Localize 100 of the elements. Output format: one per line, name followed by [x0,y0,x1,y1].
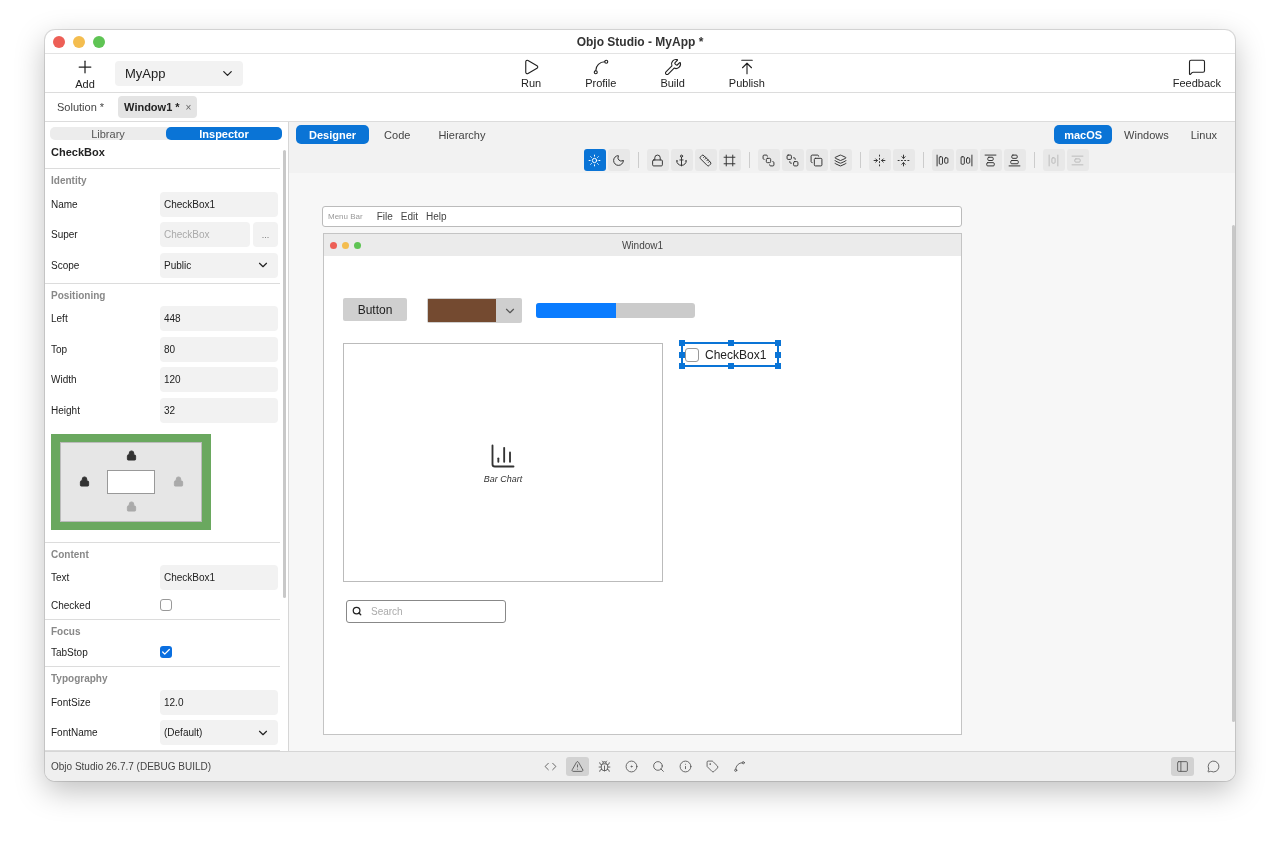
sidebar-button[interactable] [1171,757,1194,776]
lock-icon[interactable] [125,450,137,461]
align-bottom-tool[interactable] [1003,149,1026,171]
layers-tool[interactable] [829,149,852,171]
property-label: FontName [51,727,99,739]
property-field[interactable]: CheckBox1 [160,191,278,217]
zoom-light [354,241,361,249]
section-title: Identity [50,174,88,188]
property-label: Width [51,374,78,386]
property-label: Height [51,404,81,416]
selected-checkbox[interactable]: CheckBox1 [681,342,779,367]
platform-tab[interactable]: macOS [1054,125,1113,144]
document-tab[interactable]: Window1 * × [118,96,198,118]
play-icon [522,57,541,76]
property-field[interactable]: 120 [160,367,278,393]
property-label: FontSize [51,696,92,708]
designer-tab[interactable]: Code [371,125,424,144]
zoom-light[interactable] [93,35,105,48]
property-dropdown[interactable]: (Default) [160,720,278,746]
align-left-tool[interactable] [931,149,954,171]
section-title: Content [50,547,90,562]
layers-icon [834,153,847,167]
document-tab[interactable]: Solution * [51,96,111,118]
ruler-icon [699,153,712,167]
designer-tab[interactable]: Hierarchy [425,125,499,144]
align-top-tool[interactable] [979,149,1002,171]
code-icon [544,760,557,773]
lock-icon[interactable] [78,475,90,487]
property-label: Text [51,572,71,584]
menu-bar-label: Menu Bar [328,212,363,221]
speech-bubble-icon [1187,57,1206,76]
align-bottom-icon [1008,153,1021,167]
property-label: Scope [51,259,81,271]
fit-height-tool[interactable] [892,149,915,171]
property-label: Left [51,313,69,325]
checkbox[interactable] [685,347,699,362]
anchor-tool[interactable] [670,149,693,171]
align-top-icon [984,153,997,167]
resize-handle[interactable] [728,340,734,346]
distribute-horizontal-icon [1047,153,1060,167]
property-field[interactable]: 448 [160,306,278,332]
platform-tab[interactable]: Linux [1180,125,1227,144]
fit-width-tool[interactable] [868,149,891,171]
checkbox[interactable] [160,599,172,611]
panel-tab[interactable]: Library [50,127,166,140]
menu-item[interactable]: Help [426,211,447,222]
toolbar-button[interactable]: Profile [581,57,621,89]
bug-icon [598,760,611,773]
moon-tool[interactable] [607,149,630,171]
send-back-tool[interactable] [781,149,804,171]
property-field[interactable]: 80 [160,336,278,362]
checkbox[interactable] [160,646,172,658]
mock-button[interactable]: Button [343,298,407,321]
nodes-line-icon [591,57,610,76]
minimize-light [342,241,349,249]
moon-icon [612,153,625,167]
feedback-button[interactable]: Feedback [1168,57,1225,89]
fit-width-icon [873,153,886,167]
sun-tool[interactable] [583,149,606,171]
info-icon [679,760,692,773]
inspector-title: CheckBox [45,140,280,169]
menu-item[interactable]: File [376,211,393,222]
window-title: Objo Studio - MyApp * [576,34,704,49]
bring-front-icon [762,153,775,167]
property-label: TabStop [51,646,89,658]
property-dropdown[interactable]: Public [160,252,278,278]
platform-tab[interactable]: Windows [1114,125,1179,144]
close-light[interactable] [53,35,65,48]
property-label: Super [51,229,79,241]
close-tab-button[interactable]: × [185,101,192,113]
lock-tool[interactable] [646,149,669,171]
resize-handle[interactable] [728,363,734,369]
menu-item[interactable]: Edit [400,211,419,222]
record-icon [625,760,638,773]
section-title: Typography [50,672,109,686]
property-field[interactable]: 32 [160,397,278,423]
toolbar-button[interactable]: Run [517,57,546,89]
search-field[interactable]: Search [346,600,506,623]
version-text: Objo Studio 26.7.7 (DEBUG BUILD) [51,761,212,772]
color-picker[interactable] [427,298,522,323]
project-dropdown[interactable]: MyApp [115,60,243,86]
align-left-icon [936,153,949,167]
control-preview [107,469,155,494]
designer-tab[interactable]: Designer [296,125,370,144]
bring-front-tool[interactable] [757,149,780,171]
toolbar-button[interactable]: Build [656,57,689,89]
frame-tool[interactable] [718,149,741,171]
overlap-squares-tool[interactable] [805,149,828,171]
toolbar-button[interactable]: Publish [724,57,769,89]
warning-icon [571,760,584,773]
align-right-tool[interactable] [955,149,978,171]
property-field[interactable]: CheckBox1 [160,565,278,591]
chat-icon [1207,760,1220,773]
panel-tab[interactable]: Inspector [166,127,282,140]
property-label: Top [51,343,69,355]
add-button[interactable]: Add [71,56,99,90]
warning-button[interactable] [566,757,589,776]
scrollbar[interactable] [283,150,286,598]
ruler-tool[interactable] [694,149,717,171]
property-field[interactable]: 12.0 [160,689,278,715]
